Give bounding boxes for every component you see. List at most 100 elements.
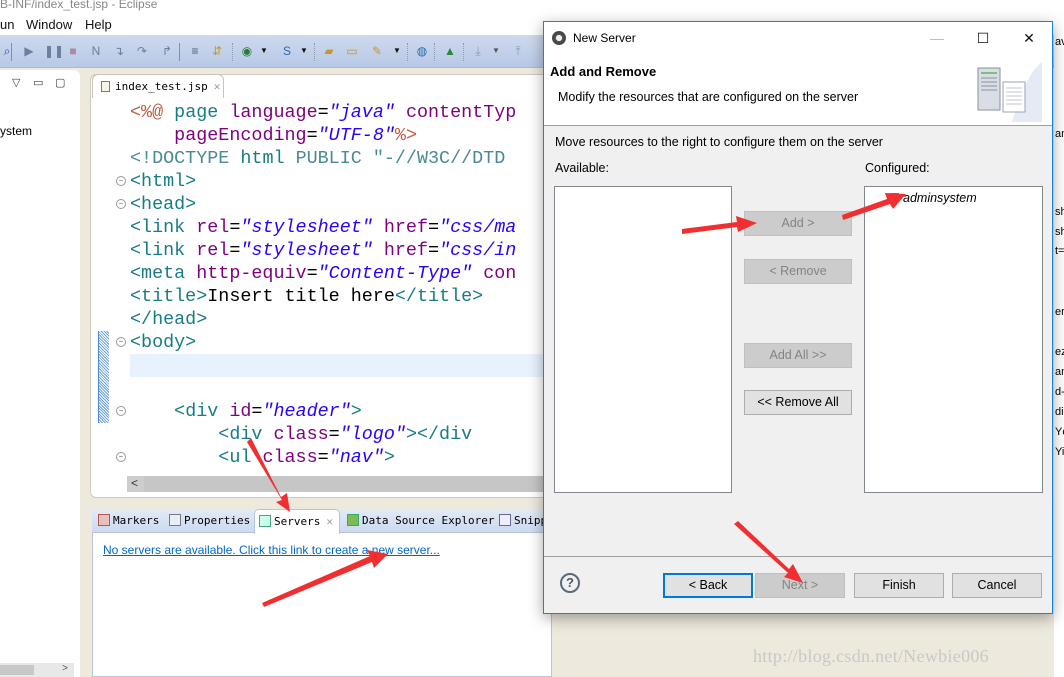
maximize-icon[interactable]: ☐ xyxy=(960,22,1006,54)
minimize-icon[interactable]: — xyxy=(914,22,960,54)
code-line[interactable]: <body> xyxy=(130,331,516,354)
scrollbar-thumb[interactable] xyxy=(0,665,34,675)
scroll-left-icon[interactable]: < xyxy=(131,476,138,490)
disconnect-icon[interactable]: N xyxy=(89,44,103,58)
remove-all-button[interactable]: << Remove All xyxy=(744,390,852,415)
tab-servers[interactable]: Servers ✕ xyxy=(254,509,340,534)
fold-toggle-icon[interactable]: − xyxy=(116,406,126,416)
fold-toggle-icon[interactable]: − xyxy=(116,176,126,186)
code-line[interactable]: <%@ page language="java" contentTyp xyxy=(130,101,516,124)
code-line[interactable]: pageEncoding="UTF-8"%> xyxy=(130,124,516,147)
code-line[interactable]: </head> xyxy=(130,308,516,331)
new-server-icon[interactable]: ◉ xyxy=(240,44,254,58)
open-project-icon[interactable]: ▰ xyxy=(322,44,336,58)
code-line[interactable]: <div id="header"> xyxy=(130,400,516,423)
menu-window[interactable]: Window xyxy=(26,17,72,32)
scrollbar-track[interactable] xyxy=(144,476,547,492)
code-text[interactable]: <%@ page language="java" contentTyp page… xyxy=(130,101,516,469)
tab-properties[interactable]: Properties xyxy=(169,514,250,527)
code-token: "css/in xyxy=(439,240,517,261)
menu-run[interactable]: un xyxy=(0,17,14,32)
tab-label: Data Source Explorer xyxy=(362,514,495,527)
tab-markers[interactable]: Markers xyxy=(98,514,159,527)
code-line[interactable]: <div class="logo"></div xyxy=(130,423,516,446)
tab-label: Properties xyxy=(184,514,251,527)
code-token: <%@ xyxy=(130,102,175,123)
editor-tab-label: index_test.jsp xyxy=(115,80,208,93)
configured-list[interactable]: adminsystem xyxy=(864,186,1043,493)
window-title-bar: B-INF/index_test.jsp - Eclipse xyxy=(0,0,1064,14)
new-snippet-icon[interactable]: S xyxy=(280,44,294,58)
new-server-dialog: New Server — ☐ ✕ Add and Remove Modify t… xyxy=(543,21,1053,614)
view-menu-icon[interactable]: ▽ xyxy=(12,76,20,89)
code-line[interactable] xyxy=(130,354,516,377)
dialog-header: Add and Remove Modify the resources that… xyxy=(544,54,1052,126)
step-return-icon[interactable]: ↱ xyxy=(160,44,174,58)
resume-icon[interactable]: ▶ xyxy=(22,44,36,58)
brush-icon[interactable]: ✎ xyxy=(370,44,384,58)
finish-button[interactable]: Finish xyxy=(854,573,944,598)
help-icon[interactable]: ? xyxy=(560,573,580,593)
open-folder-icon[interactable]: ▭ xyxy=(345,44,359,58)
menu-help[interactable]: Help xyxy=(85,17,112,32)
code-token: <!DOCTYPE xyxy=(130,148,241,169)
code-line[interactable]: <ul class="nav"> xyxy=(130,446,516,469)
add-all-button[interactable]: Add All >> xyxy=(744,343,852,368)
use-step-filters-icon[interactable]: ⇵ xyxy=(210,44,224,58)
fold-toggle-icon[interactable]: − xyxy=(116,452,126,462)
code-line[interactable]: <!DOCTYPE html PUBLIC "-//W3C//DTD xyxy=(130,147,516,170)
web-browser-icon[interactable]: ◍ xyxy=(415,44,429,58)
suspend-icon[interactable]: ❚❚ xyxy=(44,44,64,58)
close-tab-icon[interactable]: ✕ xyxy=(326,515,333,528)
tab-snippets[interactable]: Snipp xyxy=(499,514,547,527)
code-line[interactable]: <html> xyxy=(130,170,516,193)
next-annotation-icon[interactable]: ⤓ xyxy=(471,44,485,58)
list-item[interactable]: adminsystem xyxy=(890,191,977,205)
create-server-link[interactable]: No servers are available. Click this lin… xyxy=(103,543,440,557)
code-token: "css/ma xyxy=(439,217,517,238)
dropdown-arrow-icon[interactable]: ▼ xyxy=(257,44,271,58)
minimize-view-icon[interactable]: ▭ xyxy=(33,76,43,89)
fragment-text: Yc xyxy=(1055,426,1064,438)
code-line[interactable]: <meta http-equiv="Content-Type" con xyxy=(130,262,516,285)
dialog-title-bar[interactable]: New Server — ☐ ✕ xyxy=(544,22,1052,54)
remove-button[interactable]: < Remove xyxy=(744,259,852,284)
editor-horizontal-scrollbar[interactable]: < xyxy=(127,476,547,492)
watermark: http://blog.csdn.net/Newbie006 xyxy=(753,646,989,666)
run-icon[interactable]: ▲ xyxy=(443,44,457,58)
toolbar-separator xyxy=(179,43,180,61)
scroll-right-icon[interactable]: > xyxy=(62,663,68,674)
close-tab-icon[interactable]: ✕ xyxy=(214,80,221,93)
code-line[interactable] xyxy=(130,377,516,400)
close-icon[interactable]: ✕ xyxy=(1006,22,1052,54)
fold-toggle-icon[interactable]: − xyxy=(116,199,126,209)
add-button[interactable]: Add > xyxy=(744,211,852,236)
back-button[interactable]: < Back xyxy=(663,573,753,598)
prev-annotation-icon[interactable]: ⤒ xyxy=(511,44,525,58)
jsp-file-icon xyxy=(101,81,110,92)
code-line[interactable]: <head> xyxy=(130,193,516,216)
next-button[interactable]: Next > xyxy=(755,573,845,598)
step-into-icon[interactable]: ↴ xyxy=(112,44,126,58)
fold-toggle-icon[interactable]: − xyxy=(116,337,126,347)
tab-data-source-explorer[interactable]: Data Source Explorer xyxy=(347,514,494,527)
code-line[interactable]: <link rel="stylesheet" href="css/ma xyxy=(130,216,516,239)
dropdown-arrow-icon[interactable]: ▼ xyxy=(297,44,311,58)
code-line[interactable]: <link rel="stylesheet" href="css/in xyxy=(130,239,516,262)
maximize-view-icon[interactable]: ▢ xyxy=(55,76,65,89)
tree-item-project[interactable]: ystem xyxy=(0,124,32,138)
editor-tab[interactable]: index_test.jsp ✕ xyxy=(92,74,224,98)
cancel-button[interactable]: Cancel xyxy=(952,573,1042,598)
dropdown-arrow-icon[interactable]: ▼ xyxy=(390,44,404,58)
horizontal-scrollbar[interactable]: > xyxy=(0,663,74,677)
code-token: <div xyxy=(174,401,230,422)
markers-icon xyxy=(98,514,110,526)
drop-to-frame-icon[interactable]: ≡ xyxy=(188,44,202,58)
available-list[interactable] xyxy=(554,186,732,493)
terminate-icon[interactable]: ■ xyxy=(66,44,80,58)
dropdown-arrow-icon[interactable]: ▼ xyxy=(489,44,503,58)
code-token: "nav" xyxy=(328,447,384,468)
step-over-icon[interactable]: ↷ xyxy=(135,44,149,58)
code-line[interactable]: <title>Insert title here</title> xyxy=(130,285,516,308)
